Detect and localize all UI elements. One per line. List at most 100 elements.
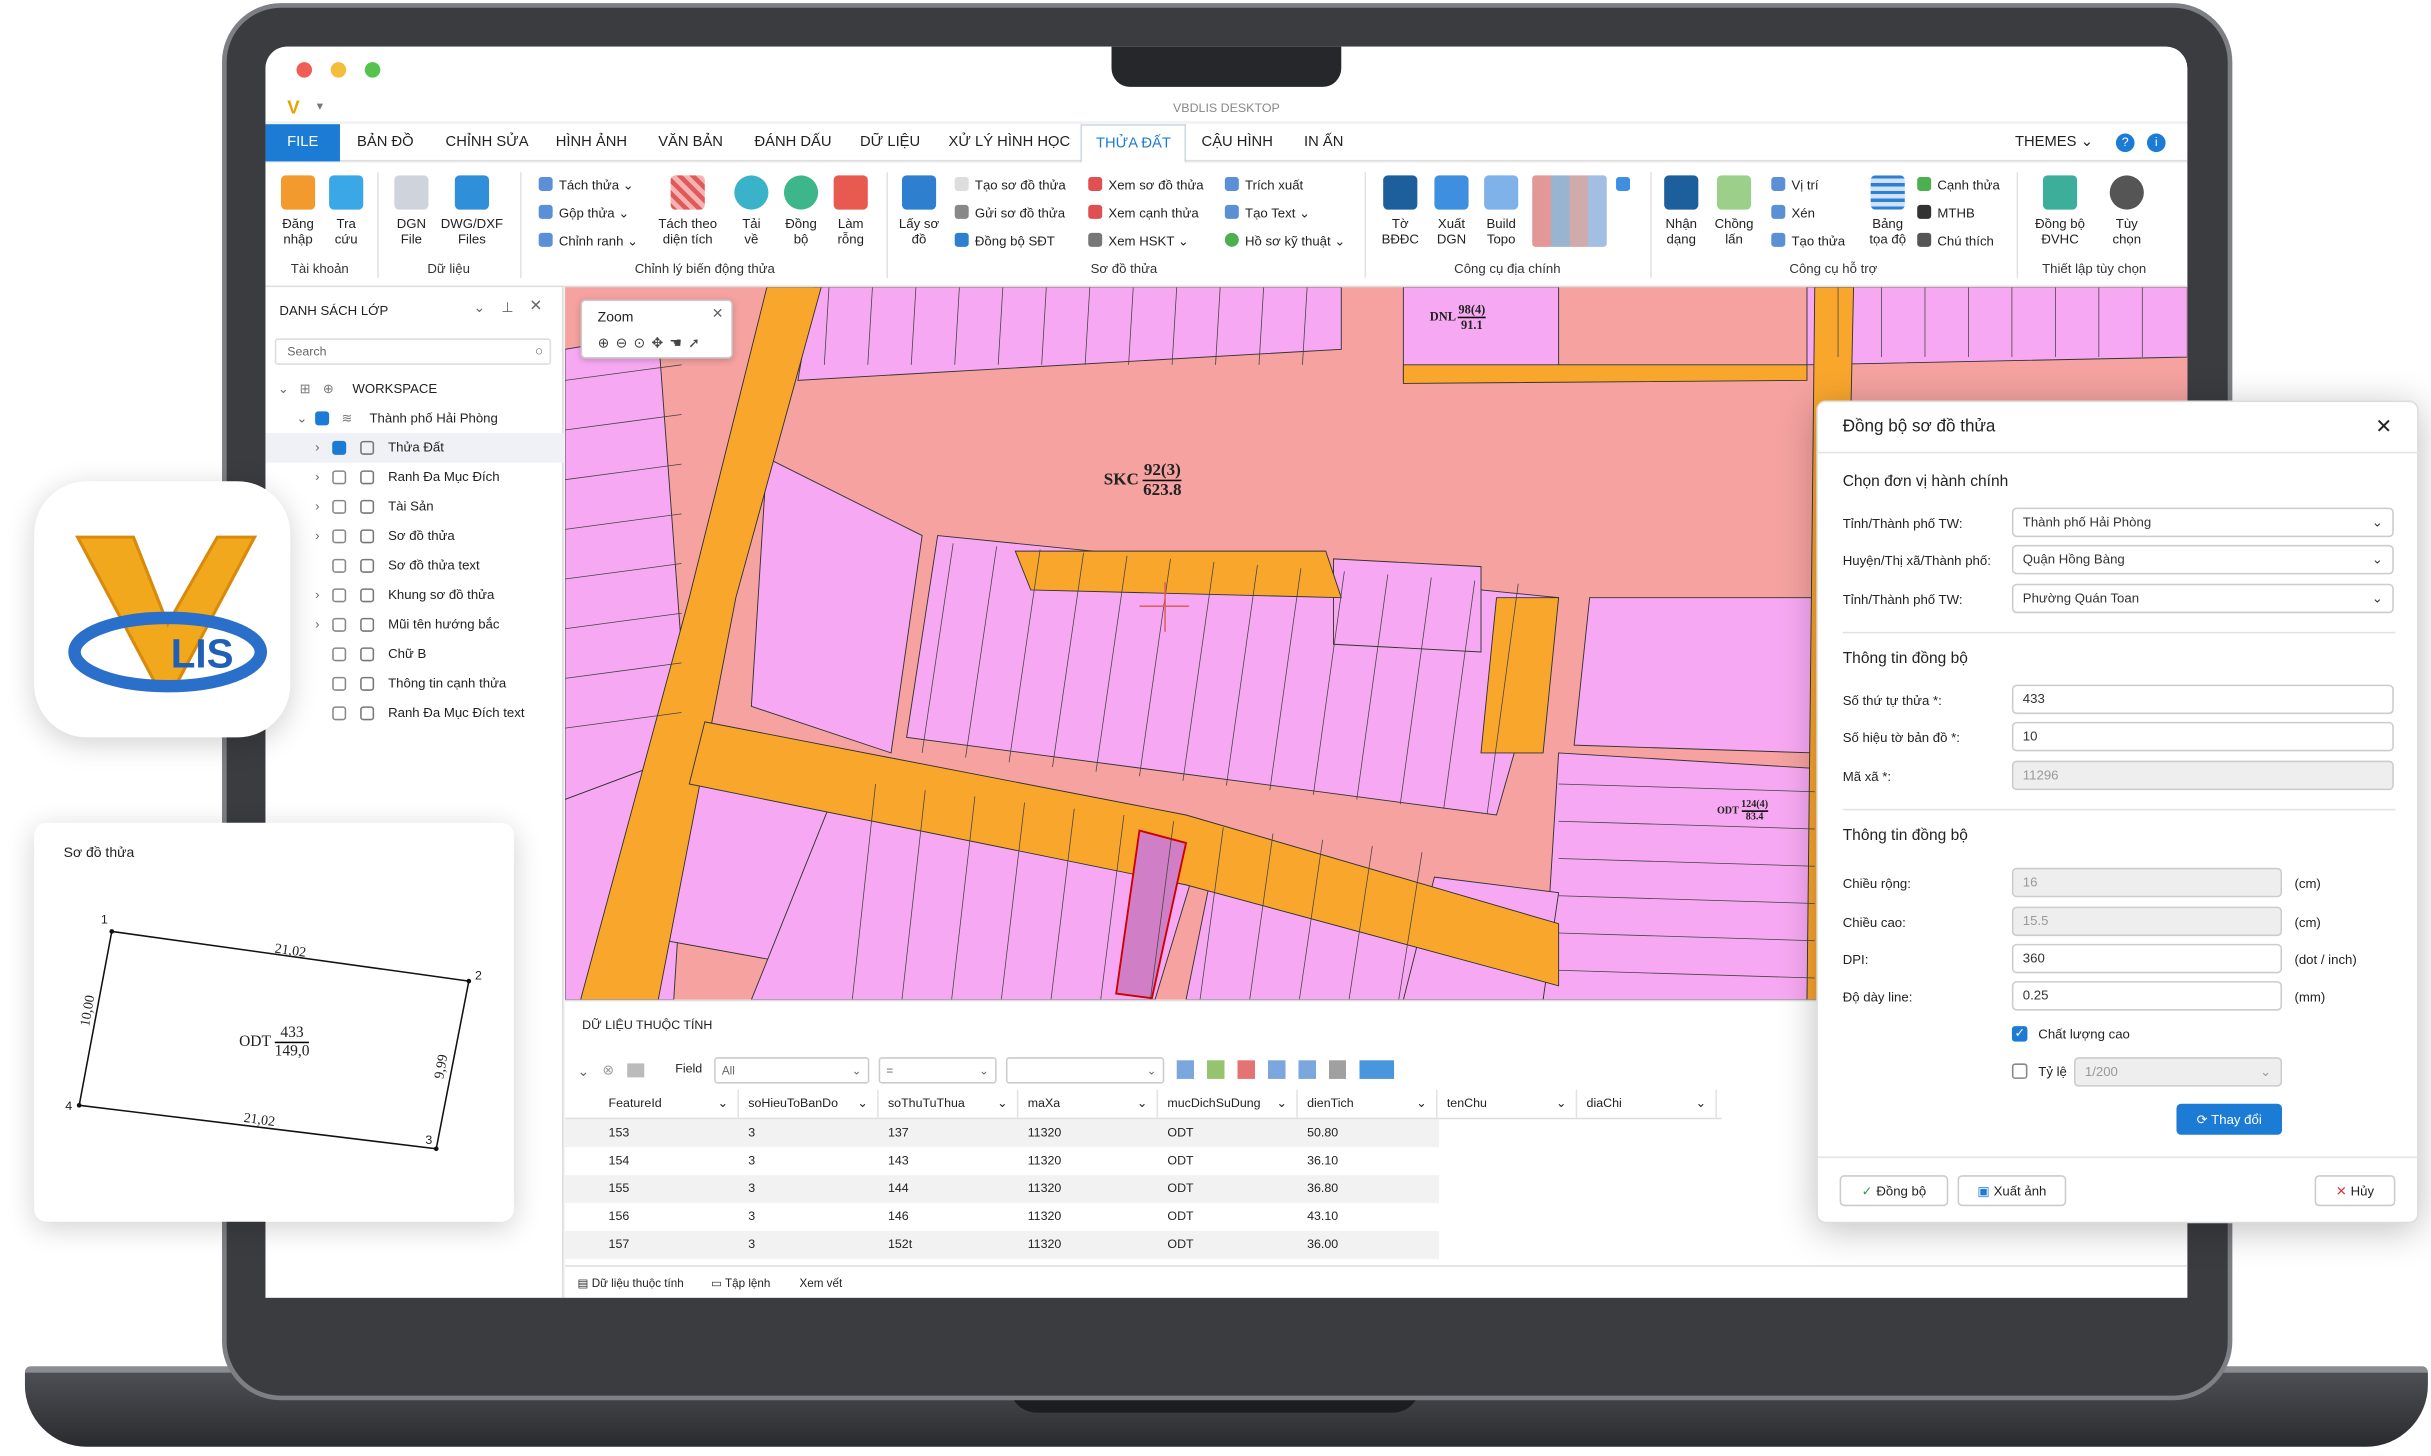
chevron-down-icon[interactable]: ⌄: [278, 374, 289, 403]
chevron-right-icon[interactable]: ›: [315, 522, 319, 551]
link-icon[interactable]: [1616, 175, 1636, 194]
layer-item[interactable]: › Sơ đồ thửa: [265, 522, 563, 551]
parcel-area[interactable]: [1806, 287, 2188, 366]
nhan-dang-button[interactable]: Nhận dạng: [1660, 169, 1703, 247]
chevron-right-icon[interactable]: ›: [315, 610, 319, 639]
tab-in-an[interactable]: IN ẤN: [1290, 124, 1357, 161]
table-row[interactable]: 153 3 137 11320 ODT 50.80: [565, 1119, 1440, 1148]
dong-bo-dvhc-button[interactable]: Đồng bộ ĐVHC: [2029, 169, 2091, 247]
tao-text-button[interactable]: Tạo Text ⌄: [1224, 203, 1310, 222]
chevron-down-icon[interactable]: ⌄: [1137, 1090, 1147, 1118]
layer-item[interactable]: › Khung sơ đồ thửa: [265, 581, 563, 610]
change-button[interactable]: ⟳ Thay đổi: [2176, 1103, 2283, 1135]
layer-checkbox[interactable]: [332, 499, 347, 514]
layer-item[interactable]: Thông tin cạnh thửa: [265, 669, 563, 698]
xem-hskt-button[interactable]: Xem HSKT ⌄: [1088, 231, 1189, 250]
canh-thua-button[interactable]: Cạnh thửa: [1917, 175, 2000, 194]
column-header[interactable]: mucDichSuDung ⌄: [1158, 1089, 1298, 1118]
xem-canh-thua-button[interactable]: Xem cạnh thửa: [1088, 203, 1199, 222]
layer-checkbox[interactable]: [332, 558, 347, 573]
dong-bo-sdt-button[interactable]: Đồng bộ SĐT: [954, 231, 1055, 250]
tab-xu-ly-hinh-hoc[interactable]: XỬ LÝ HÌNH HỌC: [935, 124, 1085, 161]
cadastral-tools-icon-grid[interactable]: [1532, 175, 1607, 247]
close-zoom-icon[interactable]: ✕: [712, 306, 724, 323]
xuat-dgn-button[interactable]: Xuất DGN: [1430, 169, 1473, 247]
bang-toa-do-button[interactable]: Bảng tọa độ: [1864, 169, 1911, 247]
xa-select[interactable]: Phường Quán Toan ⌄: [2011, 583, 2394, 614]
trich-xuat-button[interactable]: Trích xuất: [1224, 175, 1303, 194]
tach-thua-button[interactable]: Tách thửa ⌄: [538, 175, 634, 194]
build-topo-button[interactable]: Build Topo: [1479, 169, 1522, 247]
tab-van-ban[interactable]: VĂN BẢN: [644, 124, 737, 161]
layer-checkbox[interactable]: [332, 440, 347, 455]
column-header[interactable]: soHieuToBanDo ⌄: [739, 1089, 879, 1118]
dong-bo-button[interactable]: Đồng bộ: [781, 169, 821, 247]
tab-danh-dau[interactable]: ĐÁNH DẤU: [740, 124, 845, 161]
layer-item[interactable]: › Thửa Đất: [265, 433, 564, 463]
close-window-button[interactable]: [296, 62, 313, 78]
layer-item[interactable]: Sơ đồ thửa text: [265, 551, 563, 580]
chu-thich-button[interactable]: Chú thích: [1917, 231, 1994, 250]
xem-so-do-thua-button[interactable]: Xem sơ đồ thửa: [1088, 175, 1204, 194]
layer-checkbox[interactable]: [332, 676, 347, 691]
gui-so-do-thua-button[interactable]: Gửi sơ đồ thửa: [954, 203, 1065, 222]
layer-checkbox[interactable]: [332, 529, 347, 544]
chevron-down-icon[interactable]: ⌄: [1696, 1090, 1706, 1118]
clear-filter-icon[interactable]: ⊗: [602, 1062, 614, 1079]
shbd-input[interactable]: 10: [2011, 721, 2394, 752]
parcel-area[interactable]: [750, 457, 923, 754]
footer-tab-commands[interactable]: ▭ Tập lệnh: [711, 1276, 770, 1290]
themes-menu[interactable]: THEMES ⌄: [2001, 124, 2107, 161]
dwg-dxf-button[interactable]: DWG/DXF Files: [439, 169, 504, 247]
layer-checkbox[interactable]: [315, 411, 330, 426]
operator-select[interactable]: = ⌄: [878, 1057, 997, 1084]
tab-hinh-anh[interactable]: HÌNH ẢNH: [542, 124, 641, 161]
chevron-right-icon[interactable]: ›: [315, 433, 319, 462]
close-dialog-icon[interactable]: ✕: [2375, 414, 2392, 439]
dgn-file-button[interactable]: DGN File: [390, 169, 433, 247]
table-row[interactable]: 154 3 143 11320 ODT 36.10: [565, 1147, 1440, 1176]
layer-checkbox[interactable]: [332, 647, 347, 662]
parcel-area[interactable]: [797, 287, 1342, 381]
column-header[interactable]: maXa ⌄: [1018, 1089, 1159, 1118]
tao-so-do-thua-button[interactable]: Tạo sơ đồ thửa: [954, 175, 1066, 194]
sync-button[interactable]: ✓ Đồng bộ: [1839, 1175, 1949, 1207]
vi-tri-button[interactable]: Vị trí: [1771, 175, 1819, 194]
hand-icon[interactable]: ☚: [669, 335, 688, 351]
zoom-out-icon[interactable]: ⊖: [616, 335, 634, 351]
chevron-down-icon[interactable]: ⌄: [1416, 1090, 1426, 1118]
tree-city[interactable]: ⌄ ≋ Thành phố Hải Phòng: [265, 404, 563, 433]
xen-button[interactable]: Xén: [1771, 203, 1815, 222]
quality-checkbox[interactable]: ✓: [2011, 1026, 2028, 1042]
footer-tab-attributes[interactable]: ▤ Dữ liệu thuộc tính: [577, 1276, 683, 1290]
chevron-down-icon[interactable]: ⌄: [857, 1090, 867, 1118]
tab-du-lieu[interactable]: DỮ LIỆU: [846, 124, 934, 161]
value-select[interactable]: ⌄: [1005, 1057, 1165, 1084]
line-width-input[interactable]: 0.25: [2011, 981, 2283, 1011]
layer-item[interactable]: › Mũi tên hướng bắc: [265, 610, 563, 639]
zoom-extent-icon[interactable]: ⊙: [634, 335, 652, 351]
tab-ban-do[interactable]: BẢN ĐỒ: [343, 124, 428, 161]
lam-rong-button[interactable]: Làm rỗng: [831, 169, 871, 247]
tab-cau-hinh[interactable]: CẬU HÌNH: [1188, 124, 1287, 161]
lay-so-do-button[interactable]: Lấy sơ đồ: [896, 169, 943, 247]
table-row[interactable]: 155 3 144 11320 ODT 36.80: [565, 1175, 1440, 1204]
tra-cuu-button[interactable]: Tra cứu: [324, 169, 367, 247]
field-select[interactable]: All ⌄: [714, 1057, 870, 1084]
column-header[interactable]: FeatureId ⌄: [599, 1089, 739, 1118]
tab-chinh-sua[interactable]: CHỈNH SỬA: [432, 124, 543, 161]
chevron-right-icon[interactable]: ›: [315, 581, 319, 610]
tao-thua-button[interactable]: Tạo thửa: [1771, 231, 1845, 250]
export-image-button[interactable]: ▣ Xuất ảnh: [1957, 1175, 2067, 1207]
chevron-down-icon[interactable]: ⌄: [1556, 1090, 1566, 1118]
search-icon[interactable]: ○: [535, 340, 543, 363]
mthb-button[interactable]: MTHB: [1917, 203, 1975, 222]
dpi-input[interactable]: 360: [2011, 943, 2283, 974]
ho-so-ky-thuat-button[interactable]: Hồ sơ kỹ thuật ⌄: [1224, 231, 1345, 250]
layer-search-input[interactable]: Search ○: [274, 338, 552, 365]
zoom-in-icon[interactable]: ⊕: [598, 335, 616, 351]
tab-file[interactable]: FILE: [265, 124, 340, 162]
footer-tab-trace[interactable]: Xem vết: [799, 1276, 842, 1290]
tinh-select[interactable]: Thành phố Hải Phòng ⌄: [2011, 507, 2394, 538]
stt-input[interactable]: 433: [2011, 684, 2394, 715]
